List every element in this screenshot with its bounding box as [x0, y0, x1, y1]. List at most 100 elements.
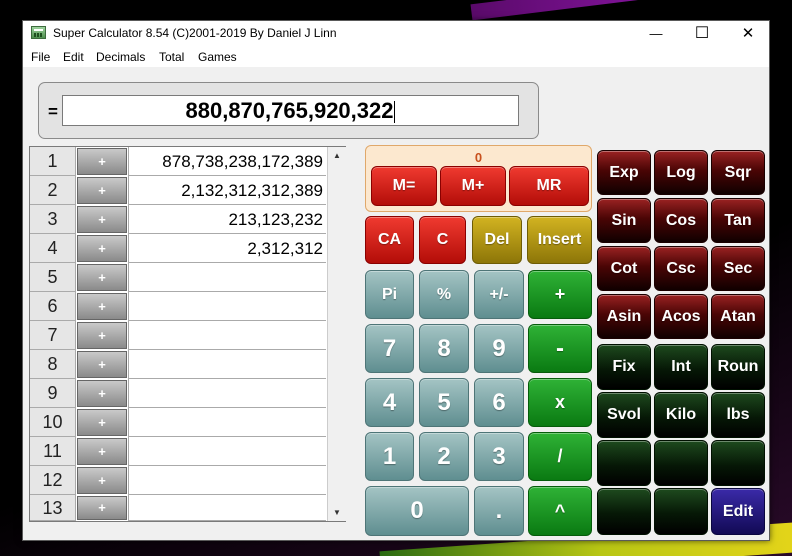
digit-2-button[interactable]: 2 — [419, 432, 469, 481]
result-display-panel: = 880,870,765,920,322 — [38, 82, 539, 139]
tape-value-field[interactable]: 2,312,312 — [128, 234, 326, 263]
digit-8-button[interactable]: 8 — [419, 324, 469, 373]
tape-operator-button[interactable]: + — [77, 148, 127, 175]
tape-scrollbar[interactable]: ▲ ▼ — [327, 147, 346, 521]
blank-function-button[interactable] — [711, 440, 765, 486]
memory-add-button[interactable]: M+ — [440, 166, 506, 206]
calculator-window: Super Calculator 8.54 (C)2001-2019 By Da… — [22, 20, 770, 541]
maximize-button[interactable]: ☐ — [679, 21, 725, 45]
csc-button[interactable]: Csc — [654, 246, 708, 291]
asin-button[interactable]: Asin — [597, 294, 651, 339]
insert-button[interactable]: Insert — [527, 216, 592, 264]
plus-button[interactable]: + — [528, 270, 592, 319]
clear-all-button[interactable]: CA — [365, 216, 414, 264]
exp-button[interactable]: Exp — [597, 150, 651, 195]
tape-operator-button[interactable]: + — [77, 351, 127, 378]
result-display[interactable]: 880,870,765,920,322 — [62, 95, 519, 126]
tape-row: 13 + — [30, 495, 326, 521]
tape-value-field[interactable] — [128, 321, 326, 350]
tape-operator-button[interactable]: + — [77, 380, 127, 407]
scroll-up-arrow-icon[interactable]: ▲ — [328, 147, 346, 164]
tape-operator-button[interactable]: + — [77, 322, 127, 349]
tape-value-field[interactable]: 878,738,238,172,389 — [128, 147, 326, 176]
tape-value-field[interactable]: 2,132,312,312,389 — [128, 176, 326, 205]
tape-value-field[interactable] — [128, 350, 326, 379]
multiply-button[interactable]: x — [528, 378, 592, 427]
cos-button[interactable]: Cos — [654, 198, 708, 243]
digit-1-button[interactable]: 1 — [365, 432, 414, 481]
tape-row: 6 + — [30, 292, 326, 321]
tan-button[interactable]: Tan — [711, 198, 765, 243]
sin-button[interactable]: Sin — [597, 198, 651, 243]
sec-button[interactable]: Sec — [711, 246, 765, 291]
tape-operator-button[interactable]: + — [77, 235, 127, 262]
acos-button[interactable]: Acos — [654, 294, 708, 339]
tape-value-field[interactable] — [128, 379, 326, 408]
round-button[interactable]: Roun — [711, 344, 765, 390]
blank-function-button[interactable] — [654, 440, 708, 486]
blank-function-button[interactable] — [597, 440, 651, 486]
menu-total[interactable]: Total — [159, 50, 184, 64]
digit-9-button[interactable]: 9 — [474, 324, 524, 373]
menu-games[interactable]: Games — [198, 50, 237, 64]
tape-value-field[interactable] — [128, 263, 326, 292]
minimize-button[interactable]: — — [633, 21, 679, 45]
atan-button[interactable]: Atan — [711, 294, 765, 339]
blank-function-button[interactable] — [654, 488, 708, 535]
kilo-button[interactable]: Kilo — [654, 392, 708, 438]
menu-bar: File Edit Decimals Total Games — [23, 45, 769, 67]
power-button[interactable]: ^ — [528, 486, 592, 536]
tape-row: 7 + — [30, 321, 326, 350]
tape-operator-button[interactable]: + — [77, 293, 127, 320]
cot-button[interactable]: Cot — [597, 246, 651, 291]
delete-button[interactable]: Del — [472, 216, 522, 264]
tape-row-number: 2 — [30, 176, 76, 205]
int-button[interactable]: Int — [654, 344, 708, 390]
divide-button[interactable]: / — [528, 432, 592, 481]
log-button[interactable]: Log — [654, 150, 708, 195]
scroll-down-arrow-icon[interactable]: ▼ — [328, 504, 346, 521]
tape-value-field[interactable]: 213,123,232 — [128, 205, 326, 234]
minus-button[interactable]: - — [528, 324, 592, 373]
menu-edit[interactable]: Edit — [63, 50, 84, 64]
digit-3-button[interactable]: 3 — [474, 432, 524, 481]
lbs-button[interactable]: lbs — [711, 392, 765, 438]
memory-recall-button[interactable]: MR — [509, 166, 589, 206]
calculator-app-icon — [31, 26, 46, 39]
tape-value-field[interactable] — [128, 466, 326, 495]
fix-button[interactable]: Fix — [597, 344, 651, 390]
tape-value-field[interactable] — [128, 408, 326, 437]
percent-button[interactable]: % — [419, 270, 469, 319]
tape-operator-button[interactable]: + — [77, 177, 127, 204]
tape-operator-button[interactable]: + — [77, 438, 127, 465]
tape-operator-button[interactable]: + — [77, 206, 127, 233]
blank-function-button[interactable] — [597, 488, 651, 535]
pi-button[interactable]: Pi — [365, 270, 414, 319]
decimal-point-button[interactable]: . — [474, 486, 524, 536]
tape-row-number: 6 — [30, 292, 76, 321]
sign-toggle-button[interactable]: +/- — [474, 270, 524, 319]
tape-operator-button[interactable]: + — [77, 496, 127, 520]
menu-file[interactable]: File — [31, 50, 50, 64]
tape-operator-button[interactable]: + — [77, 467, 127, 494]
tape-value-field[interactable] — [128, 495, 326, 521]
digit-5-button[interactable]: 5 — [419, 378, 469, 427]
digit-0-button[interactable]: 0 — [365, 486, 469, 536]
menu-decimals[interactable]: Decimals — [96, 50, 145, 64]
tape-row: 5 + — [30, 263, 326, 292]
tape-operator-button[interactable]: + — [77, 409, 127, 436]
clear-button[interactable]: C — [419, 216, 466, 264]
close-button[interactable]: ✕ — [725, 21, 771, 45]
svol-button[interactable]: Svol — [597, 392, 651, 438]
tape-row-number: 3 — [30, 205, 76, 234]
sqr-button[interactable]: Sqr — [711, 150, 765, 195]
digit-7-button[interactable]: 7 — [365, 324, 414, 373]
tape-row: 1 + 878,738,238,172,389 — [30, 147, 326, 176]
digit-6-button[interactable]: 6 — [474, 378, 524, 427]
digit-4-button[interactable]: 4 — [365, 378, 414, 427]
tape-value-field[interactable] — [128, 437, 326, 466]
tape-value-field[interactable] — [128, 292, 326, 321]
tape-operator-button[interactable]: + — [77, 264, 127, 291]
memory-store-button[interactable]: M= — [371, 166, 437, 206]
edit-button[interactable]: Edit — [711, 488, 765, 535]
